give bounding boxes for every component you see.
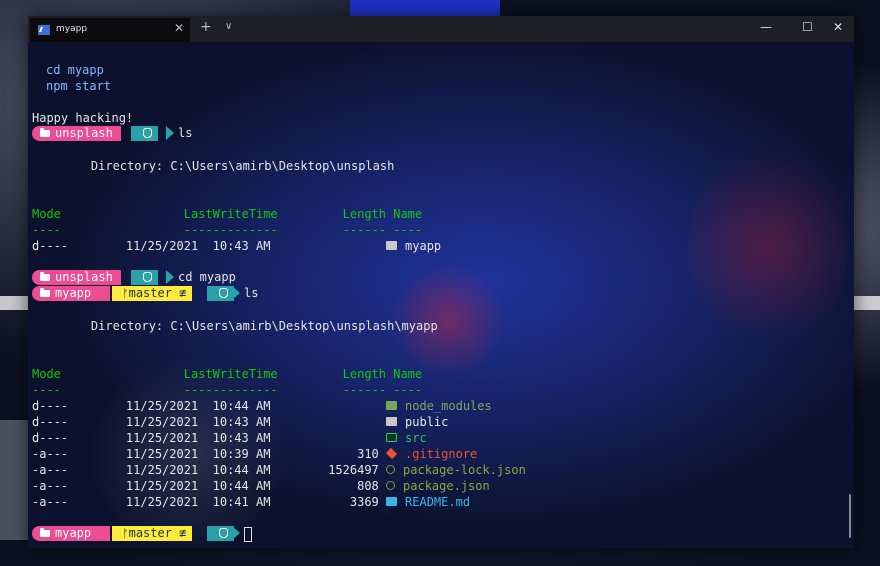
listing-header: Mode LastWriteTime Length Name	[32, 367, 423, 381]
prompt-status-segment	[207, 286, 234, 301]
listing-row: -a--- 11/25/2021 10:44 AM 1526497 packag…	[32, 462, 526, 478]
prompt-folder: unsplash	[55, 270, 113, 284]
prompt-line: unsplash ls	[32, 126, 332, 142]
listing-header: Mode LastWriteTime Length Name	[32, 207, 423, 221]
prompt-folder-segment: unsplash	[32, 126, 121, 141]
listing-row: -a--- 11/25/2021 10:41 AM 3369 README.md	[32, 494, 470, 510]
prompt-line: unsplash cd myapp	[32, 270, 332, 286]
listing-row: d---- 11/25/2021 10:43 AM myapp	[32, 238, 441, 254]
file-name: public	[405, 415, 449, 429]
new-tab-button[interactable]: +	[200, 19, 212, 35]
folder-icon	[40, 528, 50, 537]
row-meta: d---- 11/25/2021 10:44 AM	[32, 399, 387, 413]
row-meta: d---- 11/25/2021 10:43 AM	[32, 431, 387, 445]
prompt-git-segment: ᚠmaster ≢	[112, 286, 193, 301]
git-branch: master ≢	[128, 526, 187, 540]
greeting: Happy hacking!	[32, 111, 134, 125]
hand-icon	[143, 272, 152, 282]
row-meta: d---- 11/25/2021 10:43 AM	[32, 415, 387, 429]
text-cursor[interactable]	[244, 527, 252, 542]
git-branch-icon: ᚠ	[122, 287, 129, 300]
node-file-icon	[386, 401, 398, 410]
file-name: package.json	[403, 479, 490, 493]
close-window-button[interactable]: ✕	[833, 20, 843, 34]
file-name: src	[405, 431, 427, 445]
terminal-window: myapp ✕ + ∨ — ☐ ✕ cd myapp npm start Hap…	[28, 16, 854, 548]
listing-underline: ---- ------------- ------ ----	[32, 223, 423, 237]
prompt-folder-segment: unsplash	[32, 270, 121, 285]
prompt-git-segment: ᚠmaster ≢	[112, 526, 193, 541]
listing-row: d---- 11/25/2021 10:43 AM public	[32, 414, 448, 430]
folder-icon	[40, 272, 50, 281]
prompt-command: ls	[178, 126, 193, 140]
prompt-status-segment	[131, 270, 158, 285]
desktop-wallpaper-accent	[350, 0, 500, 16]
segment-separator	[232, 526, 240, 540]
file-name: README.md	[405, 495, 471, 509]
row-meta: -a--- 11/25/2021 10:44 AM 808	[32, 479, 387, 493]
row-meta: -a--- 11/25/2021 10:39 AM 310	[32, 447, 387, 461]
file-name: myapp	[405, 239, 442, 253]
hand-icon	[219, 528, 228, 538]
file-name: .gitignore	[405, 447, 478, 461]
row-meta: -a--- 11/25/2021 10:41 AM 3369	[32, 495, 387, 509]
hint-line: cd myapp	[46, 63, 104, 77]
prompt-command: ls	[244, 286, 259, 300]
git-file-icon	[385, 447, 398, 460]
segment-separator	[232, 286, 240, 300]
listing-row: d---- 11/25/2021 10:43 AM src	[32, 430, 427, 446]
prompt-folder: myapp	[55, 286, 92, 300]
tab-myapp[interactable]: myapp ✕	[30, 18, 190, 42]
prompt-folder: unsplash	[55, 126, 113, 140]
folder-file-icon	[386, 417, 398, 426]
terminal-output[interactable]: cd myapp npm start Happy hacking! unspla…	[32, 46, 844, 546]
git-branch: master ≢	[128, 286, 187, 300]
powershell-icon	[38, 25, 50, 35]
git-branch-icon: ᚠ	[122, 527, 129, 540]
hint-line: npm start	[46, 79, 112, 93]
prompt-line: myapp ᚠmaster ≢	[32, 526, 352, 542]
title-bar: myapp ✕ + ∨ — ☐ ✕	[28, 16, 854, 42]
row-meta: -a--- 11/25/2021 10:44 AM 1526497	[32, 463, 387, 477]
prompt-line: myapp ᚠmaster ≢ ls	[32, 286, 352, 302]
folder-icon	[40, 288, 50, 297]
segment-separator	[166, 126, 174, 140]
folder-file-icon	[386, 241, 398, 250]
hand-icon	[143, 128, 152, 138]
listing-row: -a--- 11/25/2021 10:44 AM 808 package.js…	[32, 478, 490, 494]
scrollbar[interactable]	[849, 494, 851, 538]
prompt-command: cd myapp	[178, 270, 236, 284]
md-file-icon	[386, 497, 398, 506]
listing-row: -a--- 11/25/2021 10:39 AM 310 .gitignore	[32, 446, 477, 462]
directory-path: Directory: C:\Users\amirb\Desktop\unspla…	[62, 319, 438, 333]
row-meta: d---- 11/25/2021 10:43 AM	[32, 239, 387, 253]
file-name: package-lock.json	[403, 463, 526, 477]
prompt-folder: myapp	[55, 526, 92, 540]
prompt-folder-segment: myapp	[32, 526, 110, 541]
json-file-icon	[386, 481, 396, 490]
maximize-button[interactable]: ☐	[802, 20, 813, 34]
segment-separator	[166, 270, 174, 284]
hand-icon	[219, 288, 228, 298]
directory-path: Directory: C:\Users\amirb\Desktop\unspla…	[62, 159, 395, 173]
folder-icon	[40, 128, 50, 137]
json-file-icon	[386, 465, 396, 474]
tab-title: myapp	[56, 24, 88, 34]
chevron-down-icon[interactable]: ∨	[225, 21, 232, 32]
listing-underline: ---- ------------- ------ ----	[32, 383, 423, 397]
prompt-status-segment	[207, 526, 234, 541]
prompt-status-segment	[131, 126, 158, 141]
prompt-folder-segment: myapp	[32, 286, 110, 301]
src-file-icon	[386, 433, 398, 442]
minimize-button[interactable]: —	[760, 20, 772, 34]
close-tab-icon[interactable]: ✕	[174, 21, 184, 35]
listing-row: d---- 11/25/2021 10:44 AM node_modules	[32, 398, 492, 414]
file-name: node_modules	[405, 399, 492, 413]
